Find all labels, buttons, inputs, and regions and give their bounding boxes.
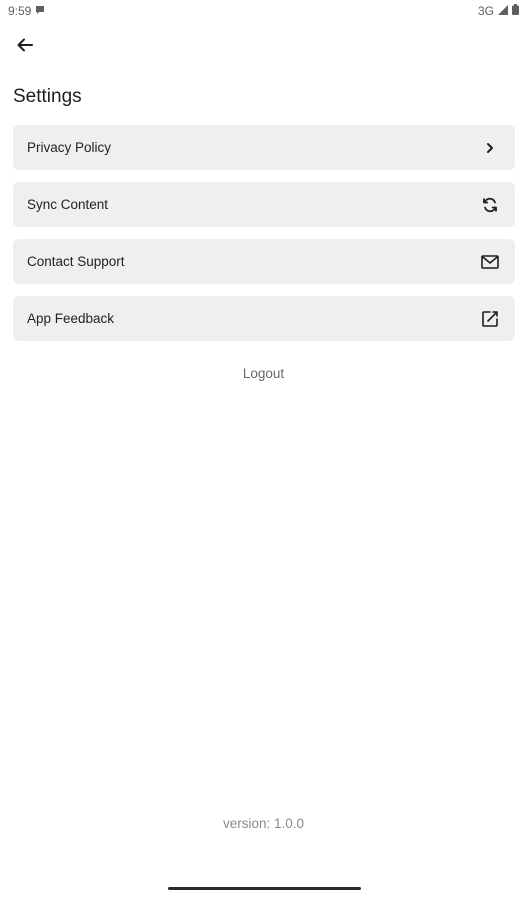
page-title: Settings xyxy=(13,86,82,107)
app-feedback-label: App Feedback xyxy=(27,311,115,326)
chevron-right-icon xyxy=(479,137,501,159)
status-bar: 9:59 3G xyxy=(0,0,527,22)
status-bar-right: 3G xyxy=(478,4,519,18)
settings-list: Privacy Policy Sync Content Contact Supp… xyxy=(13,125,515,341)
signal-icon xyxy=(498,4,508,18)
status-time: 9:59 xyxy=(8,4,32,18)
external-edit-icon xyxy=(479,308,501,330)
chat-bubble-icon xyxy=(35,4,45,18)
battery-icon xyxy=(512,4,519,18)
sync-icon xyxy=(479,194,501,216)
home-indicator[interactable] xyxy=(168,887,361,890)
app-feedback-item[interactable]: App Feedback xyxy=(13,296,515,341)
privacy-policy-item[interactable]: Privacy Policy xyxy=(13,125,515,170)
arrow-left-icon xyxy=(16,36,34,59)
sync-content-item[interactable]: Sync Content xyxy=(13,182,515,227)
sync-content-label: Sync Content xyxy=(27,197,109,212)
contact-support-item[interactable]: Contact Support xyxy=(13,239,515,284)
version-text: version: 1.0.0 xyxy=(222,816,305,831)
back-button[interactable] xyxy=(12,34,38,60)
status-bar-left: 9:59 xyxy=(8,4,45,18)
network-type: 3G xyxy=(477,4,494,18)
privacy-policy-label: Privacy Policy xyxy=(27,140,112,155)
contact-support-label: Contact Support xyxy=(27,254,125,269)
logout-button[interactable]: Logout xyxy=(0,366,527,381)
mail-icon xyxy=(479,251,501,273)
